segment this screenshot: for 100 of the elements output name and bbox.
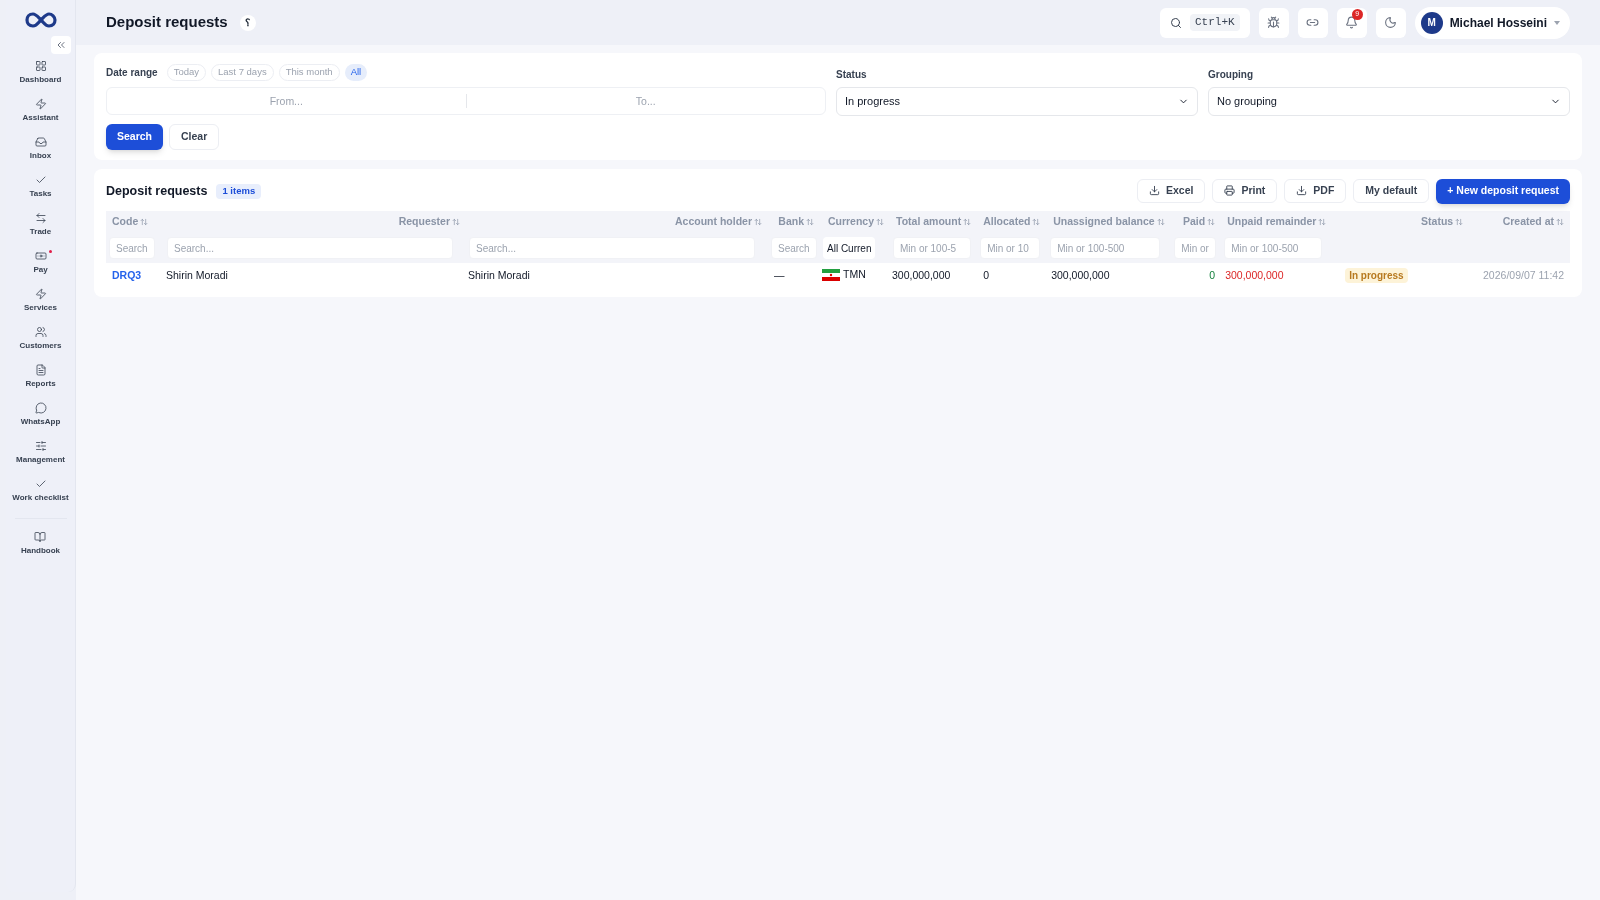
- collapse-icon: [55, 39, 67, 51]
- user-name: Michael Hosseini: [1449, 14, 1547, 32]
- date-range-field[interactable]: From... To...: [106, 87, 826, 115]
- column-filter-field[interactable]: Min or 100-5: [893, 237, 971, 259]
- sort-icon: [1032, 218, 1041, 226]
- sort-icon: [140, 218, 149, 226]
- grouping-select[interactable]: No grouping: [1208, 87, 1570, 116]
- lightning-icon: [34, 288, 47, 300]
- column-filter-field[interactable]: Search...: [469, 237, 755, 259]
- download-icon: [1296, 185, 1308, 196]
- default-view-button[interactable]: My default: [1353, 178, 1430, 203]
- lightning-icon: [34, 98, 47, 110]
- document-icon: [34, 364, 47, 376]
- sidebar-item[interactable]: Customers: [8, 326, 73, 352]
- excel-button[interactable]: Excel: [1136, 178, 1206, 203]
- checkmark-icon: [34, 478, 47, 490]
- item-count-badge: 1 items: [216, 183, 262, 199]
- table-cell: 300,000,000: [1051, 269, 1110, 282]
- sidebar-item[interactable]: Reports: [8, 364, 73, 390]
- chat-bubble-icon: [34, 402, 47, 414]
- bell-icon: [1345, 16, 1359, 29]
- currency-select[interactable]: All Curren: [823, 237, 876, 259]
- book-icon: [34, 531, 47, 543]
- sort-icon: [1556, 218, 1564, 226]
- search-button[interactable]: Search: [106, 124, 164, 150]
- sidebar-item[interactable]: Management: [8, 440, 73, 466]
- new-deposit-request-button[interactable]: + New deposit request: [1436, 178, 1570, 204]
- users-icon: [34, 326, 47, 338]
- table-title: Deposit requests: [106, 182, 208, 200]
- sliders-icon: [34, 440, 47, 452]
- bug-button[interactable]: [1258, 7, 1289, 38]
- banknote-icon: [34, 250, 47, 262]
- table-cell: 300,000,000: [892, 269, 951, 282]
- printer-icon: [1224, 185, 1236, 196]
- logo-icon: [23, 10, 58, 30]
- sort-icon: [1318, 218, 1327, 226]
- column-filter-field[interactable]: Search: [109, 237, 155, 259]
- sidebar-item[interactable]: Work checklist: [8, 478, 73, 504]
- status-badge: In progress: [1345, 268, 1408, 284]
- sort-icon: [754, 218, 762, 226]
- sort-icon: [806, 218, 814, 226]
- search-icon: [1170, 16, 1182, 29]
- sidebar-item[interactable]: Services: [8, 288, 73, 314]
- link-icon: [1306, 16, 1320, 29]
- collapse-button[interactable]: [51, 36, 71, 54]
- dashboard-icon: [34, 60, 47, 72]
- date-preset-chip[interactable]: All: [344, 63, 368, 81]
- table-cell: Shirin Moradi: [468, 269, 530, 282]
- column-filter-field[interactable]: Min or 100-500: [1050, 237, 1161, 259]
- date-from-field[interactable]: From...: [107, 88, 466, 114]
- table-cell: 2026/09/07 11:42: [1483, 269, 1564, 282]
- status-select[interactable]: In progress: [836, 87, 1198, 116]
- filter-label: Status: [836, 68, 868, 81]
- search-button[interactable]: Ctrl+K: [1160, 7, 1250, 38]
- arrows-icon: [34, 212, 47, 224]
- avatar: M: [1420, 11, 1443, 34]
- sort-icon: [1455, 218, 1464, 226]
- table-cell-text: TMN: [843, 266, 866, 282]
- sidebar-item[interactable]: WhatsApp: [8, 402, 73, 428]
- sort-icon: [876, 218, 884, 226]
- theme-button[interactable]: [1375, 7, 1406, 38]
- sidebar-item[interactable]: Assistant: [8, 98, 73, 124]
- sidebar-item[interactable]: Pay: [8, 250, 73, 276]
- caret-icon: [1554, 20, 1560, 25]
- sidebar-item[interactable]: Dashboard: [8, 60, 73, 86]
- column-filter-field[interactable]: Min or 100-500: [1224, 237, 1323, 259]
- sidebar-item[interactable]: Handbook: [20, 531, 61, 557]
- table-cell: Shirin Moradi: [166, 269, 228, 282]
- table-cell: 300,000,000: [1225, 269, 1284, 282]
- column-filter-field[interactable]: Search...: [167, 237, 453, 259]
- sidebar-item[interactable]: Tasks: [8, 174, 73, 200]
- pdf-button[interactable]: PDF: [1284, 178, 1347, 203]
- download-icon: [1148, 185, 1160, 196]
- filter-label: Grouping: [1208, 68, 1254, 81]
- column-filter-field[interactable]: Min or: [1174, 237, 1217, 259]
- user-menu[interactable]: M Michael Hosseini: [1414, 6, 1570, 39]
- sort-icon: [1156, 218, 1165, 226]
- help-button[interactable]: ؟: [239, 14, 256, 31]
- code-link[interactable]: DRQ3: [112, 269, 142, 282]
- column-filter-field[interactable]: Search: [771, 237, 817, 259]
- link-button[interactable]: [1297, 7, 1328, 38]
- bug-icon: [1267, 16, 1281, 29]
- date-to-field[interactable]: To...: [466, 88, 825, 114]
- moon-icon: [1384, 16, 1398, 29]
- table-cell: 0: [983, 269, 989, 282]
- checkmark-icon: [34, 174, 47, 186]
- table-cell: —: [774, 269, 785, 282]
- page-title: Deposit requests: [106, 12, 228, 33]
- inbox-icon: [34, 136, 47, 148]
- sort-icon: [1207, 218, 1216, 226]
- filter-label: Date range: [106, 65, 158, 80]
- sidebar-item[interactable]: Trade: [8, 212, 73, 238]
- table-cell: 0: [1209, 269, 1216, 282]
- column-filter-field[interactable]: Min or 10: [980, 237, 1041, 259]
- print-button[interactable]: Print: [1212, 178, 1278, 203]
- sidebar-item[interactable]: Inbox: [8, 136, 73, 162]
- clear-button[interactable]: Clear: [169, 124, 220, 150]
- flag-icon: [822, 268, 840, 281]
- sort-icon: [963, 218, 972, 226]
- sort-icon: [452, 218, 460, 226]
